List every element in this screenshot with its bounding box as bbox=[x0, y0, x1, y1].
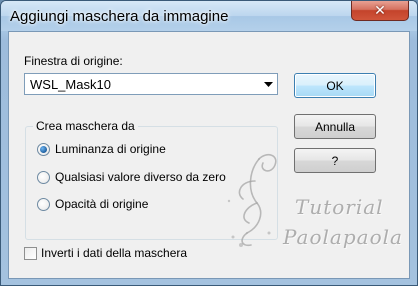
dialog-client-area: Finestra di origine: WSL_Mask10 OK Annul… bbox=[8, 31, 410, 279]
radio-any-nonzero-label: Qualsiasi valore diverso da zero bbox=[55, 170, 226, 184]
radio-dot-icon bbox=[40, 145, 47, 153]
radio-luminance[interactable]: Luminanza di origine bbox=[37, 142, 166, 156]
cancel-button-label: Annulla bbox=[314, 119, 356, 134]
invert-mask-checkbox-row[interactable]: Inverti i dati della maschera bbox=[24, 246, 187, 260]
dialog-window: Aggiungi maschera da immagine ✕ Finestra… bbox=[0, 0, 418, 286]
window-title: Aggiungi maschera da immagine bbox=[10, 8, 229, 25]
close-button[interactable]: ✕ bbox=[351, 1, 409, 21]
source-window-label: Finestra di origine: bbox=[24, 54, 123, 68]
source-window-value: WSL_Mask10 bbox=[30, 77, 111, 92]
chevron-down-icon[interactable] bbox=[259, 74, 277, 94]
close-icon: ✕ bbox=[374, 2, 386, 18]
radio-button-selected-icon[interactable] bbox=[37, 142, 50, 156]
title-bar[interactable]: Aggiungi maschera da immagine ✕ bbox=[1, 1, 417, 31]
ok-button[interactable]: OK bbox=[294, 73, 376, 98]
invert-mask-label: Inverti i dati della maschera bbox=[41, 246, 188, 260]
radio-any-nonzero[interactable]: Qualsiasi valore diverso da zero bbox=[37, 170, 226, 184]
source-window-dropdown[interactable]: WSL_Mask10 bbox=[24, 73, 278, 95]
radio-button-icon[interactable] bbox=[37, 170, 50, 184]
cancel-button[interactable]: Annulla bbox=[294, 114, 376, 139]
radio-opacity-label: Opacità di origine bbox=[55, 197, 149, 211]
radio-luminance-label: Luminanza di origine bbox=[55, 142, 166, 156]
help-button-label: ? bbox=[331, 153, 339, 168]
radio-button-icon[interactable] bbox=[37, 197, 50, 211]
create-mask-legend: Crea maschera da bbox=[33, 119, 138, 133]
invert-mask-checkbox[interactable] bbox=[24, 246, 37, 260]
radio-opacity[interactable]: Opacità di origine bbox=[37, 197, 148, 211]
help-button[interactable]: ? bbox=[294, 148, 376, 173]
ok-button-label: OK bbox=[326, 78, 344, 93]
